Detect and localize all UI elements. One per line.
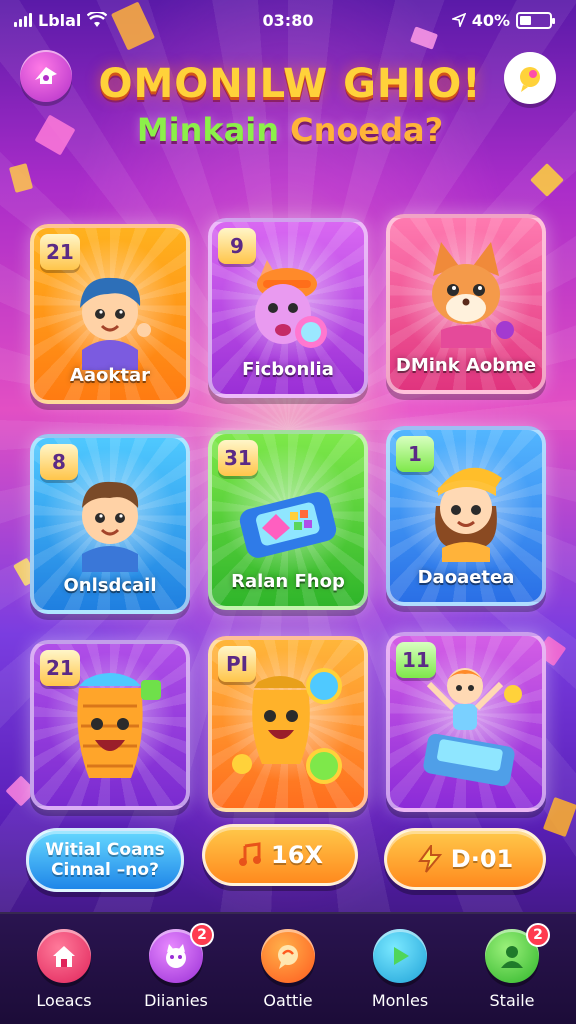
character-card-5[interactable]: 31 Ralan Fhop bbox=[208, 430, 368, 610]
lightning-icon bbox=[417, 845, 442, 873]
status-time: 03:80 bbox=[262, 10, 314, 30]
notification-badge: 2 bbox=[190, 922, 214, 947]
status-bar: Lblal 03:80 40% bbox=[0, 0, 576, 40]
nav-item-profile[interactable]: 2 Staile bbox=[460, 922, 564, 1010]
kid-on-console-icon bbox=[423, 668, 522, 787]
coin-jar-character-icon bbox=[232, 668, 342, 784]
chat-icon bbox=[261, 928, 315, 983]
item-card-8[interactable]: PI bbox=[208, 636, 368, 812]
title-line1: OMONILW GHIO! bbox=[98, 61, 482, 107]
nav-item-pets[interactable]: 2 Diianies bbox=[124, 922, 228, 1010]
card-label: Ralan Fhop bbox=[231, 571, 345, 592]
signal-icon bbox=[14, 13, 32, 27]
confetti-piece bbox=[8, 163, 34, 193]
location-icon bbox=[451, 13, 466, 27]
nav-label: Monles bbox=[371, 990, 429, 1010]
level-badge: 31 bbox=[218, 440, 258, 476]
card-label: Onlsdcail bbox=[63, 575, 157, 596]
wifi-icon bbox=[87, 12, 108, 27]
nav-label: Oattie bbox=[263, 990, 313, 1010]
chat-bubble-icon bbox=[520, 67, 540, 92]
bonus-label: D·01 bbox=[450, 845, 514, 873]
character-card-3[interactable]: DMink Aobme bbox=[386, 214, 546, 394]
card-label: Daoaetea bbox=[417, 567, 515, 588]
card-label: Aaoktar bbox=[69, 365, 151, 386]
home-icon bbox=[37, 928, 91, 983]
battery-icon bbox=[516, 11, 555, 29]
game-console-icon bbox=[239, 492, 337, 558]
card-label: DMink Aobme bbox=[395, 355, 537, 376]
character-card-6[interactable]: 1 Daoaetea bbox=[386, 426, 546, 606]
nav-label: Staile bbox=[489, 990, 535, 1010]
confetti-piece bbox=[530, 163, 564, 197]
cat-creature-icon bbox=[255, 260, 327, 348]
nav-item-home[interactable]: Loeacs bbox=[12, 928, 116, 1010]
confetti-piece bbox=[542, 796, 576, 838]
notification-badge: 2 bbox=[526, 922, 550, 947]
title-line2: Minkain Cnoeda? bbox=[70, 108, 510, 152]
coins-button-line1: Witial Coans bbox=[45, 840, 165, 860]
nav-item-play[interactable]: Monles bbox=[348, 928, 452, 1010]
item-card-7[interactable]: 21 bbox=[30, 640, 190, 810]
card-label: Ficbonlia bbox=[242, 359, 334, 380]
chat-button[interactable] bbox=[504, 52, 556, 104]
nav-label: Diianies bbox=[144, 990, 208, 1010]
boy-character-icon bbox=[80, 277, 151, 370]
nav-item-chat[interactable]: Oattie bbox=[236, 928, 340, 1010]
title-line2-orange: Cnoeda? bbox=[290, 111, 444, 149]
character-card-4[interactable]: 8 Onlsdcail bbox=[30, 434, 190, 614]
item-card-9[interactable]: 11 bbox=[386, 632, 546, 812]
hat-icon bbox=[35, 67, 57, 84]
music-box-button[interactable]: 16X bbox=[202, 824, 358, 886]
carrier-name: Lblal bbox=[38, 10, 82, 30]
nav-label: Loeacs bbox=[36, 990, 92, 1010]
title-line2-green: Minkain bbox=[136, 111, 291, 149]
hat-button[interactable] bbox=[20, 50, 72, 102]
girl-character-icon bbox=[435, 467, 502, 562]
play-icon bbox=[373, 928, 427, 983]
battery-percent: 40% bbox=[471, 10, 510, 30]
coin-jar-character-icon bbox=[77, 673, 161, 778]
fox-character-icon bbox=[432, 242, 514, 348]
character-card-2[interactable]: 9 Ficbonlia bbox=[208, 218, 368, 398]
coins-button-line2: Cinnal –no? bbox=[51, 860, 159, 880]
game-title: OMONILW GHIO! Minkain Cnoeda? bbox=[70, 60, 510, 152]
coins-button[interactable]: Witial Coans Cinnal –no? bbox=[26, 828, 184, 892]
music-note-icon bbox=[239, 842, 262, 866]
boy-character-icon bbox=[82, 481, 139, 572]
bottom-nav: Loeacs 2 Diianies Oattie Monles 2 Staile bbox=[0, 912, 576, 1024]
bonus-button[interactable]: D·01 bbox=[384, 828, 546, 890]
character-card-1[interactable]: 21 Aaoktar bbox=[30, 224, 190, 404]
music-box-label: 16X bbox=[271, 841, 323, 869]
